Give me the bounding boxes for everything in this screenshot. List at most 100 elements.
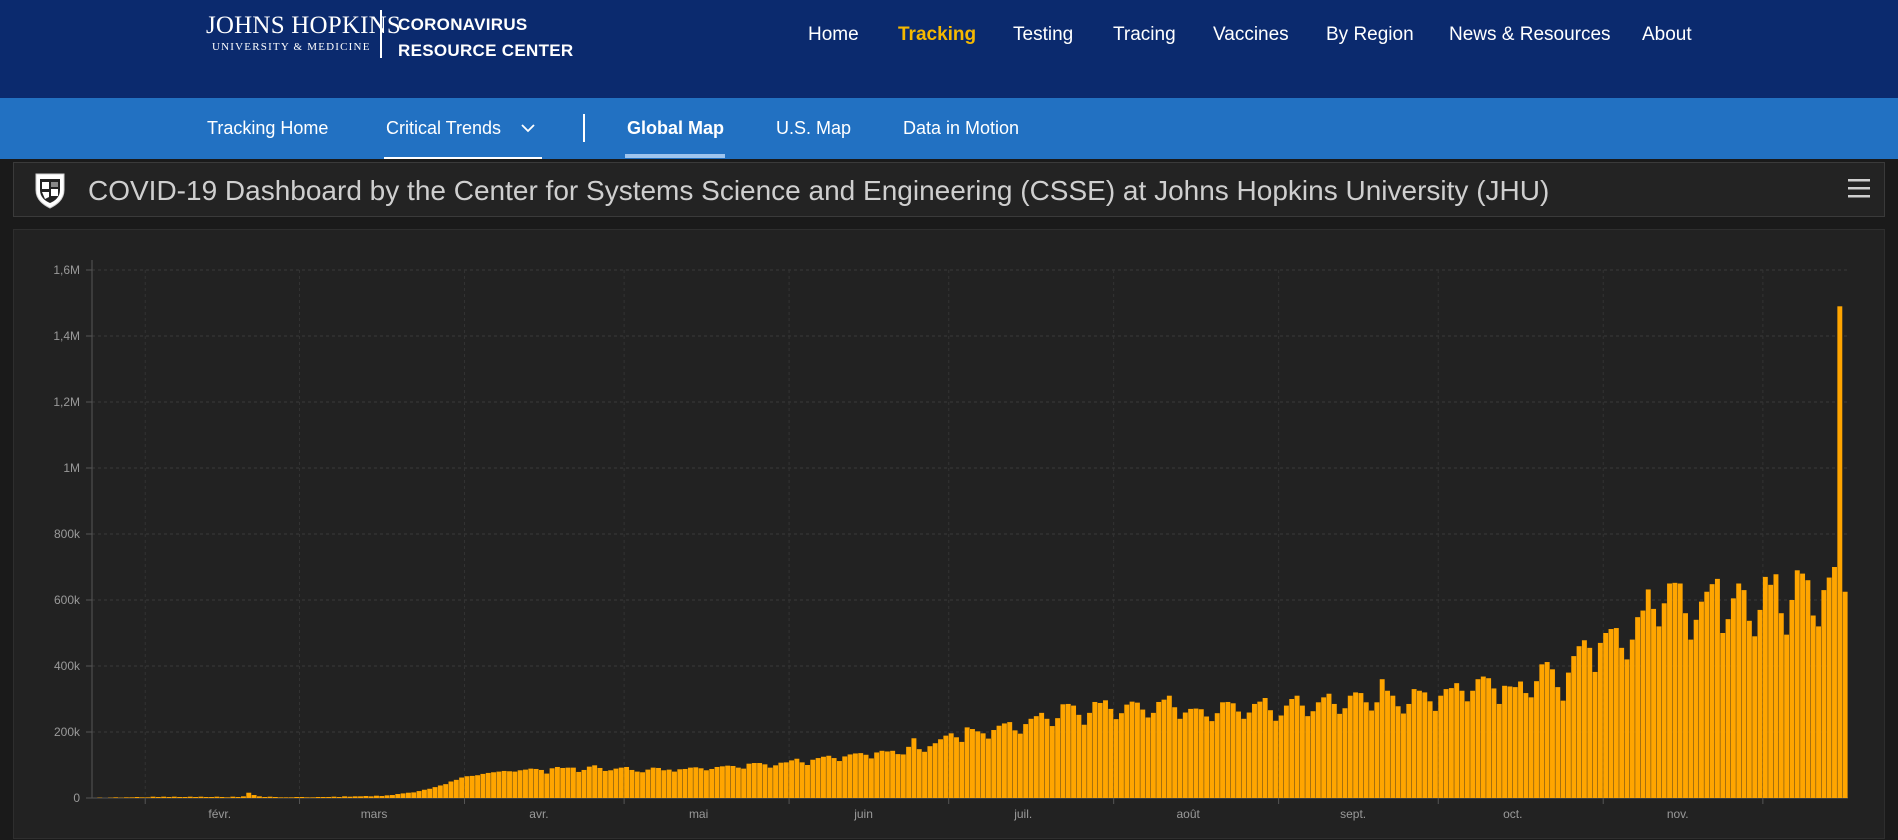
bar: [1401, 714, 1406, 798]
bar: [1550, 669, 1555, 798]
site-title[interactable]: CORONAVIRUS RESOURCE CENTER: [398, 12, 573, 64]
y-tick-label: 200k: [54, 725, 81, 739]
bar: [1225, 702, 1230, 798]
y-tick-label: 1,4M: [53, 329, 80, 343]
bar: [1380, 679, 1385, 798]
bar: [1593, 672, 1598, 798]
bar: [608, 770, 613, 798]
bar: [1422, 692, 1427, 798]
chevron-down-icon[interactable]: [520, 120, 536, 136]
active-tab-indicator: [625, 154, 725, 158]
subnav-tracking-home[interactable]: Tracking Home: [207, 118, 328, 139]
bar: [991, 730, 996, 798]
subnav-us-map[interactable]: U.S. Map: [776, 118, 851, 139]
nav-tracking[interactable]: Tracking: [898, 24, 976, 46]
bar: [1385, 691, 1390, 798]
subnav-critical-trends[interactable]: Critical Trends: [386, 118, 501, 139]
nav-by-region[interactable]: By Region: [1326, 24, 1414, 46]
bar: [310, 797, 315, 798]
bar: [1279, 716, 1284, 799]
jhu-shield-icon: [30, 170, 70, 210]
bar: [475, 775, 480, 798]
bar: [1843, 592, 1848, 798]
bar: [507, 771, 512, 798]
bar: [1044, 719, 1049, 798]
bar: [1305, 716, 1310, 798]
bar: [603, 771, 608, 798]
x-tick-label: mars: [361, 807, 388, 821]
bar: [1694, 620, 1699, 798]
bar: [284, 797, 289, 798]
bar: [1140, 710, 1145, 798]
bar: [997, 726, 1002, 798]
bar: [523, 770, 528, 798]
bar: [1162, 700, 1167, 798]
bar: [1337, 714, 1342, 798]
nav-about[interactable]: About: [1642, 24, 1692, 46]
bar: [113, 797, 118, 798]
subnav-data-in-motion[interactable]: Data in Motion: [903, 118, 1019, 139]
jhu-logo[interactable]: JOHNS HOPKINS UNIVERSITY & MEDICINE: [206, 12, 401, 54]
bar: [1768, 585, 1773, 798]
nav-home[interactable]: Home: [808, 24, 859, 46]
x-tick-label: juil.: [1013, 807, 1032, 821]
bar: [1108, 709, 1113, 798]
bar: [1018, 734, 1023, 798]
bar: [417, 791, 422, 798]
y-tick-label: 800k: [54, 527, 81, 541]
bar: [715, 767, 720, 798]
bar: [720, 766, 725, 798]
bar: [422, 790, 427, 798]
nav-tracing[interactable]: Tracing: [1113, 24, 1176, 46]
nav-testing[interactable]: Testing: [1013, 24, 1073, 46]
bar: [1534, 681, 1539, 798]
bar: [1539, 664, 1544, 798]
bar: [794, 759, 799, 798]
bar: [1263, 698, 1268, 798]
bar: [613, 769, 618, 798]
bar: [1119, 713, 1124, 798]
subnav-global-map[interactable]: Global Map: [627, 118, 724, 139]
bar: [1358, 693, 1363, 798]
bar: [661, 770, 666, 798]
bar: [922, 752, 927, 798]
bar: [252, 795, 257, 798]
logo-subtitle: UNIVERSITY & MEDICINE: [212, 40, 401, 54]
bar: [1774, 574, 1779, 798]
y-tick-label: 0: [73, 791, 80, 805]
bar: [1667, 584, 1672, 799]
bar: [624, 767, 629, 798]
bar: [1135, 703, 1140, 798]
bar: [1609, 629, 1614, 798]
nav-news-resources[interactable]: News & Resources: [1449, 24, 1611, 46]
bar: [1625, 659, 1630, 798]
bar: [289, 797, 294, 798]
daily-cases-chart: 0200k400k600k800k1M1,2M1,4M1,6Mfévr.mars…: [14, 230, 1886, 840]
bar: [1619, 648, 1624, 798]
bar: [1779, 613, 1784, 798]
bar: [821, 757, 826, 798]
x-tick-label: nov.: [1667, 807, 1689, 821]
bar: [1513, 687, 1518, 798]
bar: [225, 797, 230, 798]
bar: [938, 739, 943, 798]
x-tick-label: juin: [853, 807, 873, 821]
site-title-line1: CORONAVIRUS: [398, 12, 573, 38]
bar: [369, 796, 374, 798]
hamburger-menu-icon[interactable]: [1846, 176, 1872, 200]
bar: [1374, 702, 1379, 798]
bar: [1268, 710, 1273, 798]
bar: [1470, 691, 1475, 798]
dashboard-header: COVID-19 Dashboard by the Center for Sys…: [13, 162, 1885, 217]
nav-vaccines[interactable]: Vaccines: [1213, 24, 1289, 46]
bar: [949, 733, 954, 798]
bar: [566, 768, 571, 798]
bar: [337, 797, 342, 798]
bar: [512, 772, 517, 798]
bar: [278, 797, 283, 798]
bar: [943, 736, 948, 798]
bar: [1172, 707, 1177, 798]
bar: [1811, 616, 1816, 798]
bar: [124, 797, 129, 798]
bar: [1151, 713, 1156, 798]
